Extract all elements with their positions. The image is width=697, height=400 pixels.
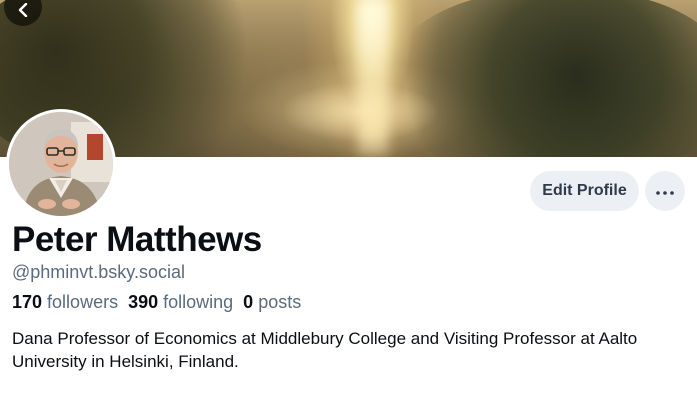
posts-count: 0 (243, 292, 254, 312)
following-link[interactable]: 390 following (128, 292, 233, 313)
posts-stat: 0 posts (243, 292, 301, 313)
profile-stats: 170 followers 390 following 0 posts (12, 292, 301, 313)
following-label: following (163, 292, 234, 312)
more-options-button[interactable] (645, 171, 685, 211)
banner-foliage-right (390, 0, 697, 157)
edit-profile-button[interactable]: Edit Profile (530, 171, 639, 211)
following-count: 390 (128, 292, 159, 312)
chevron-left-icon (16, 0, 30, 22)
display-name: Peter Matthews (12, 220, 262, 259)
avatar[interactable] (6, 109, 116, 219)
ellipsis-icon (656, 182, 674, 200)
followers-count: 170 (12, 292, 43, 312)
profile-handle: @phminvt.bsky.social (12, 262, 185, 282)
followers-label: followers (47, 292, 119, 312)
profile-bio: Dana Professor of Economics at Middlebur… (12, 329, 638, 371)
posts-label: posts (258, 292, 302, 312)
banner-sunlight (358, 0, 388, 157)
followers-link[interactable]: 170 followers (12, 292, 118, 313)
avatar-photo (9, 112, 113, 216)
